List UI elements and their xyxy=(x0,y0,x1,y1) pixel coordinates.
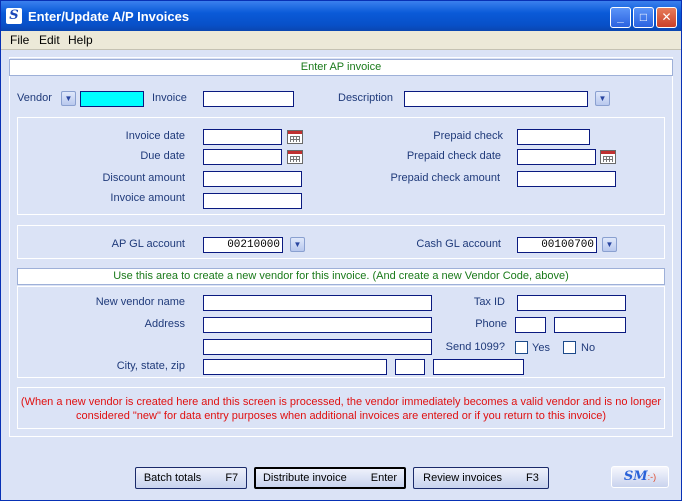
menu-help[interactable]: Help xyxy=(68,33,93,47)
form-area: Enter AP invoice Vendor ▼ Invoice Descri… xyxy=(5,53,677,497)
phone-number-input[interactable] xyxy=(554,317,626,333)
ap-gl-account-label: AP GL account xyxy=(111,238,185,250)
app-window: S Enter/Update A/P Invoices _ □ ✕ File E… xyxy=(0,0,682,501)
review-invoices-button[interactable]: Review invoices F3 xyxy=(413,467,549,489)
chevron-down-icon: ▼ xyxy=(293,240,302,249)
calendar-icon[interactable] xyxy=(600,150,616,164)
zip-input[interactable] xyxy=(433,359,524,375)
review-invoices-shortcut: F3 xyxy=(526,472,539,484)
tax-id-label: Tax ID xyxy=(473,296,505,308)
ap-gl-account-input[interactable]: 00210000 xyxy=(203,237,283,253)
menu-bar: File Edit Help xyxy=(1,31,681,50)
invoice-label: Invoice xyxy=(152,92,187,104)
chevron-down-icon: ▼ xyxy=(605,240,614,249)
invoice-date-label: Invoice date xyxy=(125,130,185,142)
calendar-icon[interactable] xyxy=(287,130,303,144)
sm-logo-smile: :-) xyxy=(647,472,657,482)
batch-totals-shortcut: F7 xyxy=(225,472,239,484)
vendor-label: Vendor xyxy=(17,92,52,104)
invoice-date-input[interactable] xyxy=(203,129,282,145)
invoice-number-input[interactable] xyxy=(203,91,294,107)
distribute-invoice-shortcut: Enter xyxy=(370,472,398,484)
send-1099-yes-checkbox[interactable] xyxy=(515,341,528,354)
address-line2-input[interactable] xyxy=(203,339,432,355)
send-1099-label: Send 1099? xyxy=(445,341,505,353)
cash-gl-account-input[interactable]: 00100700 xyxy=(517,237,597,253)
cash-gl-account-dropdown[interactable]: ▼ xyxy=(602,237,617,252)
discount-amount-label: Discount amount xyxy=(102,172,185,184)
phone-label: Phone xyxy=(475,318,507,330)
distribute-invoice-label: Distribute invoice xyxy=(262,472,347,484)
prepaid-check-amount-label: Prepaid check amount xyxy=(390,172,500,184)
new-vendor-note-line1: (When a new vendor is created here and t… xyxy=(20,396,662,408)
vendor-lookup-dropdown[interactable]: ▼ xyxy=(61,91,76,106)
address-label: Address xyxy=(144,318,185,330)
sm-logo-text: SM xyxy=(623,469,648,484)
no-label: No xyxy=(581,342,596,354)
section-header-new-vendor: Use this area to create a new vendor for… xyxy=(17,268,665,285)
app-logo-icon: S xyxy=(6,8,22,24)
city-state-zip-label: City, state, zip xyxy=(116,360,185,372)
chevron-down-icon: ▼ xyxy=(598,94,607,103)
close-button[interactable]: ✕ xyxy=(656,7,677,28)
vendor-code-input[interactable] xyxy=(80,91,144,107)
distribute-invoice-button[interactable]: Distribute invoice Enter xyxy=(254,467,406,489)
invoice-amount-input[interactable] xyxy=(203,193,302,209)
menu-file[interactable]: File xyxy=(10,33,29,47)
yes-label: Yes xyxy=(532,342,550,354)
cash-gl-account-label: Cash GL account xyxy=(416,238,501,250)
menu-edit[interactable]: Edit xyxy=(39,33,60,47)
maximize-button[interactable]: □ xyxy=(633,7,654,28)
sm-logo-icon[interactable]: SM:-) xyxy=(611,466,669,488)
new-vendor-note-line2: considered "new" for data entry purposes… xyxy=(76,410,606,422)
review-invoices-label: Review invoices xyxy=(423,472,503,484)
prepaid-check-input[interactable] xyxy=(517,129,590,145)
city-input[interactable] xyxy=(203,359,387,375)
section-header-enter-ap-invoice: Enter AP invoice xyxy=(9,59,673,76)
batch-totals-label: Batch totals xyxy=(143,472,202,484)
new-vendor-name-input[interactable] xyxy=(203,295,432,311)
invoice-amount-label: Invoice amount xyxy=(110,192,185,204)
ap-gl-account-dropdown[interactable]: ▼ xyxy=(290,237,305,252)
description-label: Description xyxy=(338,92,394,104)
discount-amount-input[interactable] xyxy=(203,171,302,187)
description-dropdown[interactable]: ▼ xyxy=(595,91,610,106)
prepaid-check-amount-input[interactable] xyxy=(517,171,616,187)
description-input[interactable] xyxy=(404,91,588,107)
tax-id-input[interactable] xyxy=(517,295,626,311)
due-date-input[interactable] xyxy=(203,149,282,165)
phone-area-code-input[interactable] xyxy=(515,317,546,333)
state-input[interactable] xyxy=(395,359,425,375)
due-date-label: Due date xyxy=(140,150,185,162)
prepaid-check-label: Prepaid check xyxy=(433,130,503,142)
window-title: Enter/Update A/P Invoices xyxy=(28,9,190,24)
chevron-down-icon: ▼ xyxy=(64,94,73,103)
send-1099-no-checkbox[interactable] xyxy=(563,341,576,354)
minimize-button[interactable]: _ xyxy=(610,7,631,28)
title-bar[interactable]: S Enter/Update A/P Invoices _ □ ✕ xyxy=(1,1,681,31)
address-line1-input[interactable] xyxy=(203,317,432,333)
prepaid-check-date-input[interactable] xyxy=(517,149,596,165)
calendar-icon[interactable] xyxy=(287,150,303,164)
batch-totals-button[interactable]: Batch totals F7 xyxy=(135,467,247,489)
new-vendor-name-label: New vendor name xyxy=(95,296,185,308)
prepaid-check-date-label: Prepaid check date xyxy=(406,150,501,162)
